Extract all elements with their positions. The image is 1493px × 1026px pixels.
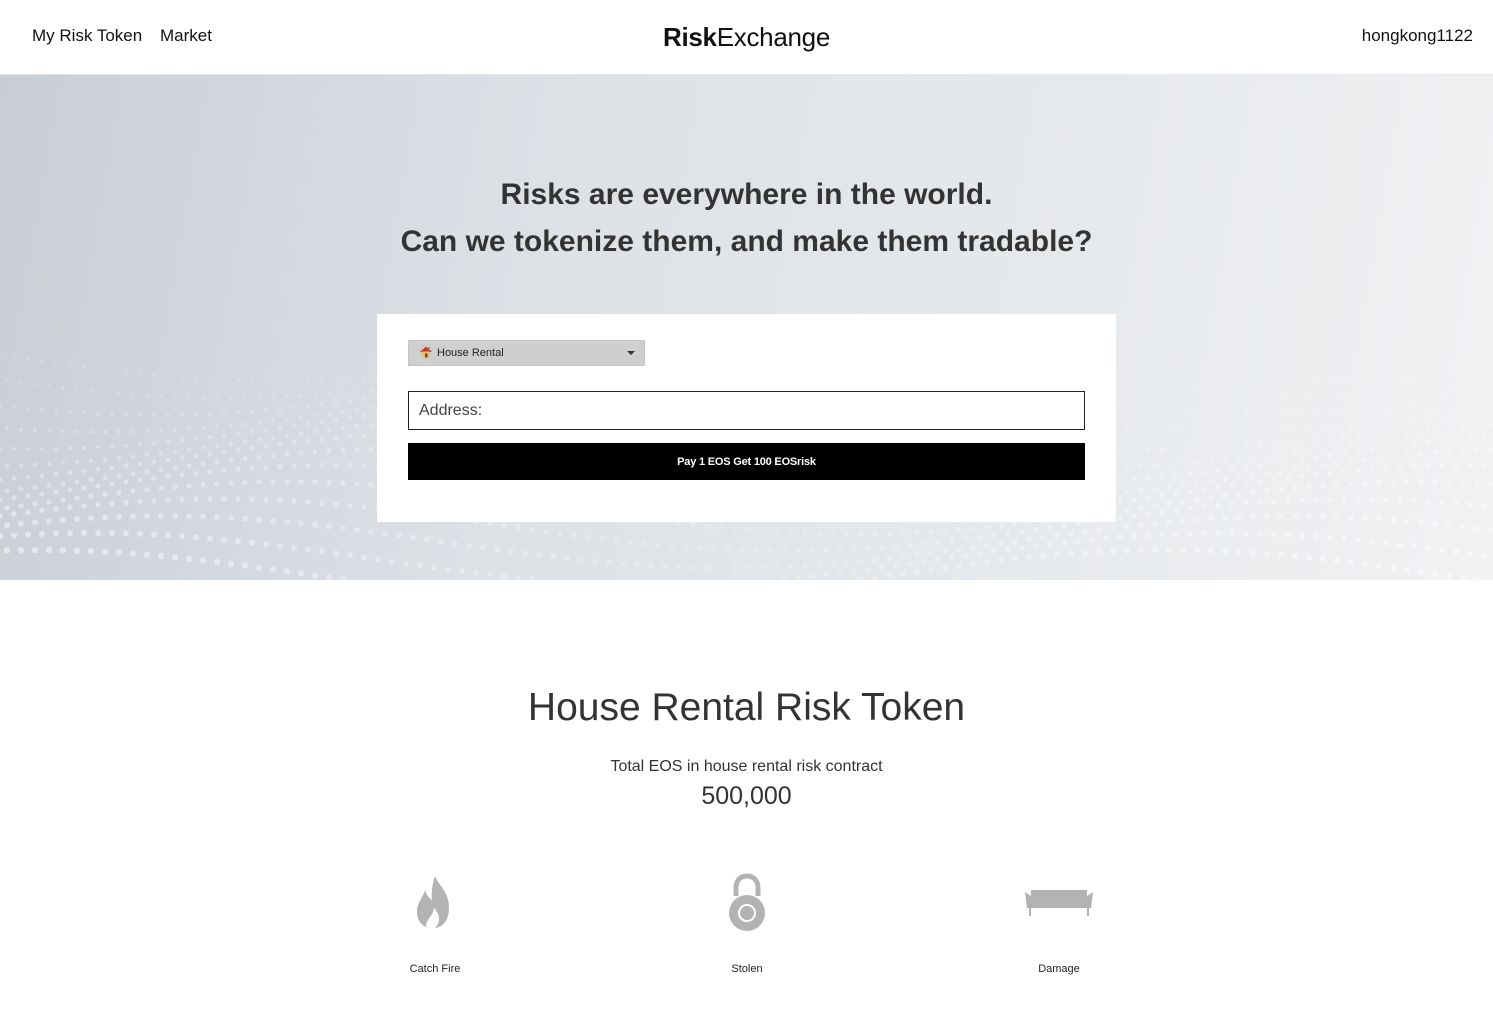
- risk-label-catch-fire: Catch Fire: [409, 963, 461, 975]
- brand-logo-bold: Risk: [663, 22, 717, 52]
- fire-icon: [417, 876, 449, 928]
- lock-icon: [729, 873, 765, 931]
- user-account-name[interactable]: hongkong1122: [1362, 26, 1473, 46]
- hero-headline-1: Risks are everywhere in the world.: [500, 178, 993, 211]
- risk-type-select-value: House Rental: [437, 347, 504, 359]
- brand-logo[interactable]: RiskExchange: [0, 22, 1493, 53]
- risk-item-damage: Damage: [979, 870, 1139, 980]
- risk-item-catch-fire: Catch Fire: [355, 870, 515, 980]
- token-section-title: House Rental Risk Token: [527, 686, 966, 729]
- risk-type-select[interactable]: House Rental: [408, 340, 645, 366]
- risk-item-stolen: Stolen: [667, 870, 827, 980]
- pay-eos-button[interactable]: Pay 1 EOS Get 100 EOSrisk: [408, 443, 1085, 480]
- risk-label-damage: Damage: [1038, 963, 1080, 975]
- hero-headline-2: Can we tokenize them, and make them trad…: [400, 225, 1093, 258]
- top-navbar: My Risk Token Market RiskExchange hongko…: [0, 0, 1493, 75]
- hero-banner: Risks are everywhere in the world. Can w…: [0, 75, 1493, 580]
- brand-logo-light: Exchange: [716, 22, 831, 52]
- house-icon: [420, 346, 432, 358]
- sofa-icon: [1025, 890, 1093, 916]
- token-section-subtitle: Total EOS in house rental risk contract: [610, 758, 883, 775]
- chevron-down-icon: [627, 351, 635, 355]
- address-input[interactable]: [408, 391, 1085, 430]
- risk-label-stolen: Stolen: [731, 963, 763, 975]
- risk-purchase-card: House Rental Pay 1 EOS Get 100 EOSrisk: [377, 314, 1116, 522]
- token-total-eos: 500,000: [701, 782, 792, 810]
